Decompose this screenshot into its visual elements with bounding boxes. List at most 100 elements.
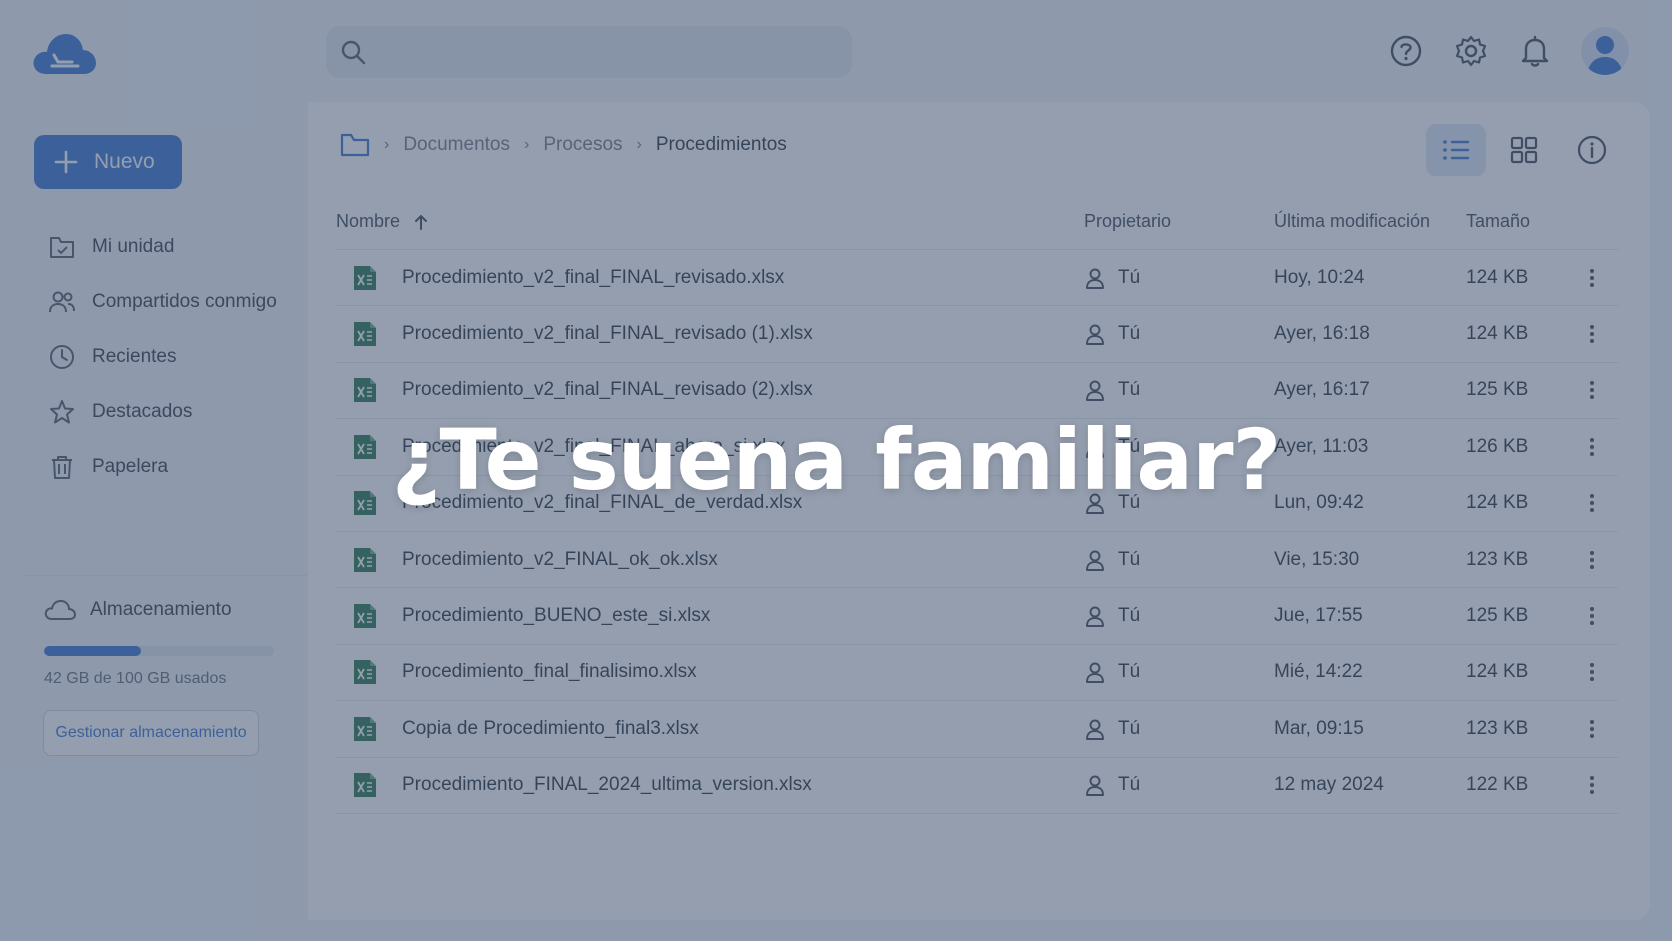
- column-header-label: Nombre: [336, 211, 401, 231]
- file-name[interactable]: Procedimiento_final_finalisimo.xlsx: [402, 661, 697, 683]
- owner-cell: Tú: [1084, 267, 1274, 289]
- more-options-button[interactable]: [1566, 549, 1618, 571]
- sidebar: Nuevo Mi unidad Compartidos conmigo Reci…: [12, 102, 308, 920]
- sidebar-item-shared[interactable]: Compartidos conmigo: [48, 282, 298, 322]
- column-size-header[interactable]: Tamaño: [1466, 211, 1566, 232]
- new-button-label: Nuevo: [94, 150, 155, 173]
- person-icon: [1086, 381, 1104, 402]
- chevron-right-icon: ›: [524, 136, 530, 153]
- bell-icon[interactable]: [1518, 34, 1552, 68]
- owner-name: Tú: [1118, 548, 1141, 570]
- file-name[interactable]: Procedimiento_v2_FINAL_ok_ok.xlsx: [402, 549, 718, 571]
- more-options-button[interactable]: [1566, 774, 1618, 796]
- storage-progress-bar: [44, 646, 274, 656]
- arrow-up-icon: [415, 214, 428, 230]
- owner-cell: Tú: [1084, 605, 1274, 627]
- column-name-header[interactable]: Nombre: [336, 211, 1084, 232]
- drive-icon: [50, 237, 74, 258]
- owner-name: Tú: [1118, 323, 1141, 345]
- size-cell: 123 KB: [1466, 717, 1529, 739]
- owner-name: Tú: [1118, 661, 1141, 683]
- file-name[interactable]: Procedimiento_FINAL_2024_ultima_version.…: [402, 774, 812, 796]
- sidebar-divider: [24, 575, 308, 576]
- more-options-button[interactable]: [1566, 605, 1618, 627]
- owner-name: Tú: [1118, 774, 1141, 796]
- sidebar-item-label: Mi unidad: [92, 236, 175, 257]
- more-options-button[interactable]: [1566, 661, 1618, 683]
- manage-storage-button[interactable]: Gestionar almacenamiento: [43, 710, 259, 756]
- excel-file-icon: [354, 604, 376, 629]
- table-row[interactable]: Procedimiento_v2_final_FINAL_revisado (1…: [336, 306, 1618, 363]
- file-name[interactable]: Procedimiento_v2_final_FINAL_revisado (2…: [402, 379, 813, 401]
- file-name[interactable]: Procedimiento_v2_final_FINAL_revisado (1…: [402, 323, 813, 345]
- sidebar-item-label: Compartidos conmigo: [92, 291, 277, 312]
- avatar[interactable]: [1581, 27, 1629, 75]
- chevron-right-icon: ›: [384, 136, 390, 153]
- file-name[interactable]: Copia de Procedimiento_final3.xlsx: [402, 718, 699, 740]
- grid-view-button[interactable]: [1494, 124, 1554, 176]
- modified-cell: Mar, 09:15: [1274, 717, 1364, 739]
- gear-icon[interactable]: [1454, 34, 1488, 68]
- size-cell: 124 KB: [1466, 323, 1529, 345]
- owner-name: Tú: [1118, 379, 1141, 401]
- more-options-button[interactable]: [1566, 267, 1618, 289]
- file-name-cell: Procedimiento_v2_final_FINAL_revisado.xl…: [336, 264, 1084, 292]
- user-avatar-icon: [1587, 36, 1623, 75]
- cloud-icon: [44, 599, 76, 620]
- more-options-button[interactable]: [1566, 323, 1618, 345]
- breadcrumb-item[interactable]: Documentos: [403, 134, 510, 156]
- folder-icon[interactable]: [340, 132, 370, 158]
- table-row[interactable]: Procedimiento_v2_final_FINAL_revisado.xl…: [336, 250, 1618, 307]
- breadcrumb-item[interactable]: Procesos: [543, 134, 622, 156]
- sidebar-item-my-drive[interactable]: Mi unidad: [48, 227, 298, 267]
- owner-name: Tú: [1118, 266, 1141, 288]
- owner-cell: Tú: [1084, 718, 1274, 740]
- table-row[interactable]: Procedimiento_FINAL_2024_ultima_version.…: [336, 758, 1618, 814]
- owner-cell: Tú: [1084, 379, 1274, 402]
- size-cell: 124 KB: [1466, 266, 1529, 288]
- file-name-cell: Procedimiento_BUENO_este_si.xlsx: [336, 602, 1084, 630]
- modified-cell: 12 may 2024: [1274, 774, 1384, 796]
- person-icon: [1086, 606, 1104, 627]
- person-icon: [1086, 324, 1104, 346]
- sidebar-item-recent[interactable]: Recientes: [48, 337, 298, 377]
- table-row[interactable]: Procedimiento_BUENO_este_si.xlsx Tú Jue,…: [336, 588, 1618, 645]
- person-icon: [1086, 719, 1104, 740]
- excel-file-icon: [354, 773, 376, 798]
- more-options-button[interactable]: [1566, 718, 1618, 740]
- list-view-button[interactable]: [1426, 124, 1486, 176]
- column-modified-header[interactable]: Última modificación: [1274, 211, 1466, 232]
- search-bar[interactable]: [326, 26, 852, 78]
- table-header: Nombre Propietario Última modificación T…: [336, 194, 1618, 250]
- info-button[interactable]: [1562, 124, 1622, 176]
- more-vert-icon: [1590, 325, 1594, 344]
- table-row[interactable]: Procedimiento_v2_FINAL_ok_ok.xlsx Tú Vie…: [336, 532, 1618, 589]
- list-view-icon: [1443, 140, 1469, 160]
- file-name[interactable]: Procedimiento_BUENO_este_si.xlsx: [402, 605, 710, 627]
- column-owner-header[interactable]: Propietario: [1084, 211, 1274, 232]
- cloud-logo-icon[interactable]: [32, 28, 98, 78]
- new-button[interactable]: Nuevo: [34, 135, 182, 189]
- more-vert-icon: [1590, 381, 1594, 400]
- file-name-cell: Procedimiento_v2_final_FINAL_revisado (1…: [336, 320, 1084, 348]
- owner-name: Tú: [1118, 717, 1141, 739]
- info-icon: [1577, 135, 1607, 165]
- search-input[interactable]: [378, 34, 838, 70]
- owner-cell: Tú: [1084, 549, 1274, 571]
- help-icon[interactable]: [1389, 34, 1423, 68]
- person-icon: [1086, 268, 1104, 289]
- person-icon: [1086, 550, 1104, 571]
- more-options-button[interactable]: [1566, 379, 1618, 401]
- overlay-headline: ¿Te suena familiar?: [391, 411, 1282, 509]
- table-body: Procedimiento_v2_final_FINAL_revisado.xl…: [336, 250, 1618, 814]
- chevron-right-icon: ›: [636, 136, 642, 153]
- file-name-cell: Copia de Procedimiento_final3.xlsx: [336, 715, 1084, 743]
- excel-file-icon: [354, 716, 376, 741]
- table-row[interactable]: Procedimiento_final_finalisimo.xlsx Tú M…: [336, 645, 1618, 702]
- table-row[interactable]: Copia de Procedimiento_final3.xlsx Tú Ma…: [336, 701, 1618, 758]
- storage-section[interactable]: Almacenamiento: [44, 598, 232, 622]
- main-panel: › Documentos › Procesos › Procedimientos: [308, 102, 1650, 920]
- sidebar-item-label: Recientes: [92, 346, 177, 367]
- file-name[interactable]: Procedimiento_v2_final_FINAL_revisado.xl…: [402, 267, 784, 289]
- storage-label: Almacenamiento: [90, 599, 232, 620]
